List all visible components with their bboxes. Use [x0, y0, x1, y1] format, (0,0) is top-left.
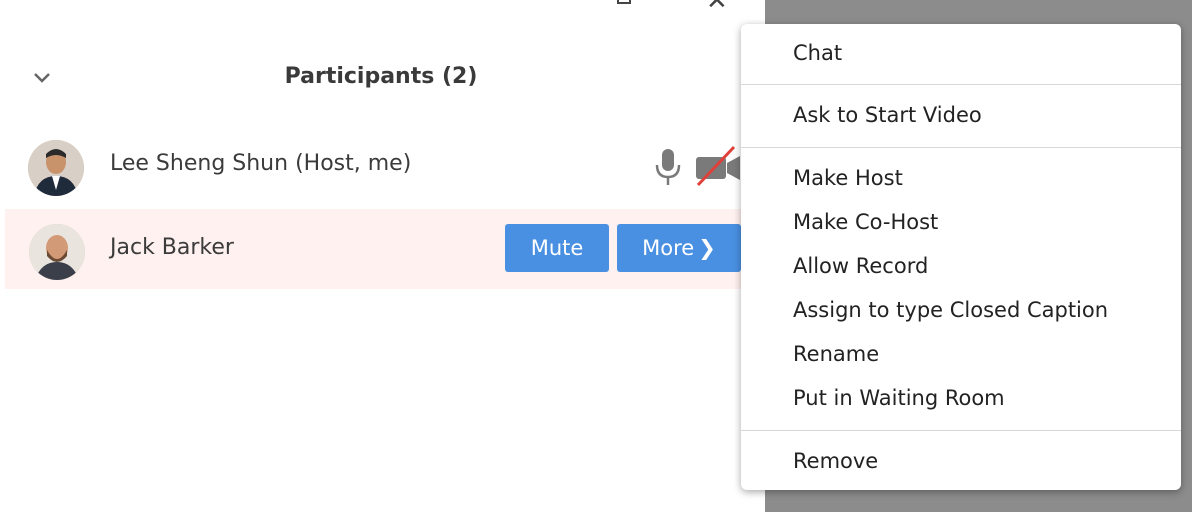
menu-divider: [741, 147, 1181, 148]
mute-button[interactable]: Mute: [505, 224, 609, 272]
menu-item-make-host[interactable]: Make Host: [793, 166, 903, 190]
participant-name: Lee Sheng Shun (Host, me): [110, 151, 412, 176]
chevron-right-icon: ❯: [698, 236, 716, 260]
participant-row[interactable]: Lee Sheng Shun (Host, me): [0, 125, 762, 205]
menu-item-allow-record[interactable]: Allow Record: [793, 254, 928, 278]
close-icon[interactable]: ✕: [706, 0, 728, 14]
menu-item-rename[interactable]: Rename: [793, 342, 879, 366]
video-off-icon[interactable]: [694, 145, 742, 189]
participant-row[interactable]: Jack Barker Mute More ❯: [5, 209, 762, 289]
menu-divider: [741, 84, 1181, 85]
more-button[interactable]: More ❯: [617, 224, 741, 272]
microphone-icon[interactable]: [652, 147, 684, 187]
cropped-window-title: [70, 0, 630, 6]
menu-item-ask-to-start-video[interactable]: Ask to Start Video: [793, 103, 982, 127]
menu-item-make-co-host[interactable]: Make Co-Host: [793, 210, 938, 234]
menu-item-assign-closed-caption[interactable]: Assign to type Closed Caption: [793, 298, 1108, 322]
restore-icon[interactable]: [617, 0, 631, 4]
participants-title: Participants (2): [284, 64, 478, 89]
participant-name: Jack Barker: [110, 235, 234, 260]
menu-item-put-in-waiting-room[interactable]: Put in Waiting Room: [793, 386, 1005, 410]
participant-context-menu: Chat Ask to Start Video Make Host Make C…: [741, 24, 1181, 490]
menu-item-remove[interactable]: Remove: [793, 449, 878, 473]
menu-divider: [741, 430, 1181, 431]
avatar: [29, 224, 85, 280]
menu-item-chat[interactable]: Chat: [793, 41, 842, 65]
more-button-label: More: [642, 236, 695, 260]
avatar: [28, 140, 84, 196]
